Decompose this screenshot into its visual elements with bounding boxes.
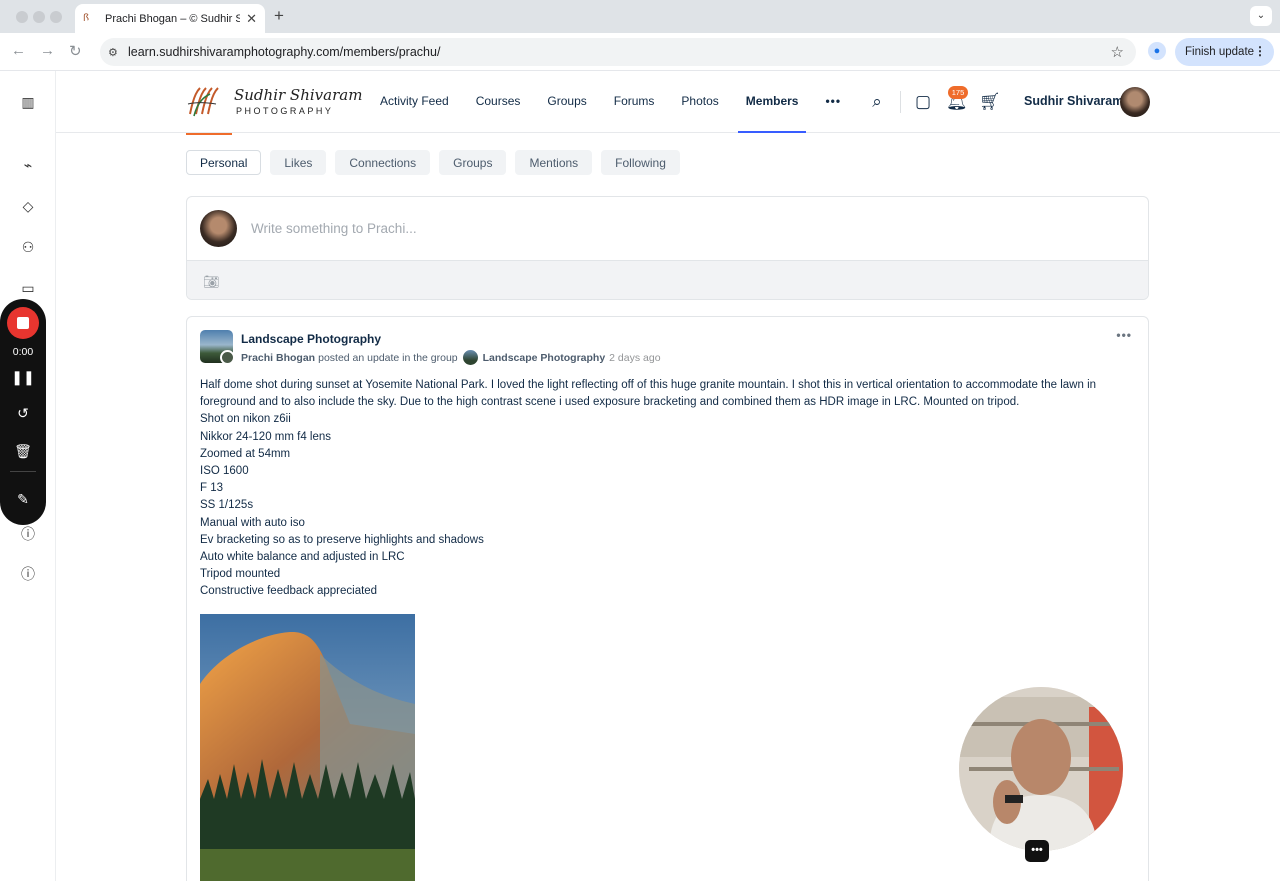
cart-icon[interactable]: 🛒︎ <box>979 92 1001 112</box>
half-dome-photo[interactable] <box>200 614 415 881</box>
subtab-connections[interactable]: Connections <box>335 150 431 175</box>
group-thumb-icon <box>462 350 478 365</box>
info-icon[interactable]: ⓘ <box>19 525 37 543</box>
composer-avatar <box>200 210 237 247</box>
forums-chat-icon[interactable]: ▭ <box>19 279 37 297</box>
logo-sub-text: PHOTOGRAPHY <box>236 106 334 116</box>
nav-groups[interactable]: Groups <box>547 71 586 133</box>
finish-update-button[interactable]: Finish update ⋮ <box>1175 38 1274 66</box>
tab-close-icon[interactable]: ✕ <box>246 11 257 27</box>
post-body-line: Half dome shot during sunset at Yosemite… <box>200 379 1097 409</box>
activity-icon[interactable]: ⌁ <box>19 156 37 174</box>
tab-title: Prachi Bhogan – © Sudhir Sh <box>105 12 241 25</box>
post-meta: Prachi Bhogan posted an update in the gr… <box>241 350 661 365</box>
post-body-line: Shot on nikon z6ii <box>200 413 291 426</box>
notification-count-badge: 175 <box>948 86 968 99</box>
browser-menu-icon[interactable]: ⋮ <box>1254 44 1266 58</box>
subtab-personal[interactable]: Personal <box>186 150 262 175</box>
draw-pencil-icon[interactable]: ✎ <box>0 491 46 508</box>
post-composer: Write something to Prachi... 📷︎ <box>186 196 1149 300</box>
search-icon[interactable]: ⌕ <box>867 92 887 112</box>
site-header: Sudhir Shivaram PHOTOGRAPHY Activity Fee… <box>56 71 1280 133</box>
recorder-divider <box>10 471 36 472</box>
post-body-line: SS 1/125s <box>200 499 254 512</box>
url-text: learn.sudhirshivaramphotography.com/memb… <box>128 45 441 59</box>
nav-more-icon[interactable]: ••• <box>825 71 841 133</box>
post-body-line: ISO 1600 <box>200 465 249 478</box>
post-time[interactable]: 2 days ago <box>609 352 660 364</box>
subtab-mentions[interactable]: Mentions <box>515 150 593 175</box>
post-action-text: posted an update in the group <box>318 351 458 364</box>
courses-cap-icon[interactable]: ◇ <box>19 197 37 215</box>
nav-members[interactable]: Members <box>737 71 807 133</box>
finish-update-label: Finish update <box>1185 46 1255 58</box>
logo-script-text: Sudhir Shivaram <box>234 86 363 104</box>
browser-tab-active[interactable]: ꟗ Prachi Bhogan – © Sudhir Sh ✕ <box>75 4 265 33</box>
post-body-line: Manual with auto iso <box>200 516 305 529</box>
delete-trash-icon[interactable]: 🗑 <box>0 443 46 460</box>
author-avatar-small[interactable] <box>220 350 235 365</box>
site-settings-icon[interactable]: ⚙ <box>108 46 128 59</box>
header-divider <box>900 91 901 113</box>
post-body-line: Constructive feedback appreciated <box>200 585 378 598</box>
post-body-line: F 13 <box>200 482 224 495</box>
window-zoom-dot[interactable] <box>50 11 62 23</box>
recording-timer: 0:00 <box>12 346 34 358</box>
nav-forums[interactable]: Forums <box>614 71 655 133</box>
webcam-options-icon[interactable]: ••• <box>1025 840 1049 862</box>
window-close-dot[interactable] <box>16 11 28 23</box>
forward-icon[interactable]: → <box>40 42 55 59</box>
subtab-likes[interactable]: Likes <box>270 150 327 175</box>
sidebar-toggle-icon[interactable]: ▥ <box>19 93 37 111</box>
site-favicon-icon: ꟗ <box>83 12 90 24</box>
window-minimize-dot[interactable] <box>33 11 45 23</box>
browser-profile-icon[interactable]: ● <box>1148 42 1166 60</box>
post-body-line: Nikkor 24-120 mm f4 lens <box>200 430 332 443</box>
post-options-icon[interactable]: ••• <box>1116 328 1132 342</box>
stop-recording-button[interactable] <box>7 307 39 339</box>
post-body: Half dome shot during sunset at Yosemite… <box>200 377 1140 601</box>
post-body-line: Tripod mounted <box>200 568 281 581</box>
header-user-avatar[interactable] <box>1120 87 1150 117</box>
header-user-name[interactable]: Sudhir Shivaram <box>1024 94 1123 108</box>
new-tab-icon[interactable]: + <box>274 6 284 26</box>
restart-icon[interactable]: ↺ <box>0 405 46 422</box>
profile-tab-indicator <box>186 133 232 135</box>
composer-input[interactable]: Write something to Prachi... <box>251 221 417 236</box>
subtab-following[interactable]: Following <box>601 150 680 175</box>
back-icon[interactable]: ← <box>11 42 26 59</box>
post-group-link[interactable]: Landscape Photography <box>483 352 606 364</box>
logo-mark-icon <box>187 87 219 117</box>
bookmark-star-icon[interactable]: ☆ <box>1111 43 1124 61</box>
activity-subtabs: Personal Likes Connections Groups Mentio… <box>186 150 689 175</box>
camera-icon[interactable]: 📷︎ <box>203 274 220 290</box>
webcam-bubble[interactable] <box>959 687 1123 851</box>
tab-search-chevron-icon[interactable]: ⌄ <box>1250 6 1272 26</box>
post-author-link[interactable]: Prachi Bhogan <box>241 352 315 364</box>
inbox-icon[interactable]: ▢ <box>913 92 933 112</box>
groups-people-icon[interactable]: ⚇ <box>19 238 37 256</box>
address-bar[interactable]: ⚙ learn.sudhirshivaramphotography.com/me… <box>100 38 1136 66</box>
composer-footer: 📷︎ <box>187 260 1148 299</box>
pause-icon[interactable]: ❚❚ <box>0 369 46 386</box>
post-group-title[interactable]: Landscape Photography <box>241 332 381 346</box>
recorder-panel: 0:00 ❚❚ ↺ 🗑 ✎ <box>0 299 46 525</box>
subtab-groups[interactable]: Groups <box>439 150 507 175</box>
post-body-line: Auto white balance and adjusted in LRC <box>200 551 405 564</box>
browser-toolbar: ← → ↻ ⚙ learn.sudhirshivaramphotography.… <box>0 33 1280 71</box>
nav-activity-feed[interactable]: Activity Feed <box>380 71 449 133</box>
browser-tab-bar: ꟗ Prachi Bhogan – © Sudhir Sh ✕ + ⌄ <box>0 0 1280 33</box>
info-icon-secondary[interactable]: ⓘ <box>19 565 37 583</box>
post-body-line: Ev bracketing so as to preserve highligh… <box>200 533 484 546</box>
main-nav: Activity Feed Courses Groups Forums Phot… <box>380 71 868 133</box>
site-logo[interactable]: Sudhir Shivaram PHOTOGRAPHY <box>186 84 362 120</box>
nav-photos[interactable]: Photos <box>681 71 718 133</box>
post-body-line: Zoomed at 54mm <box>200 447 291 460</box>
nav-courses[interactable]: Courses <box>476 71 521 133</box>
reload-icon[interactable]: ↻ <box>69 42 82 60</box>
